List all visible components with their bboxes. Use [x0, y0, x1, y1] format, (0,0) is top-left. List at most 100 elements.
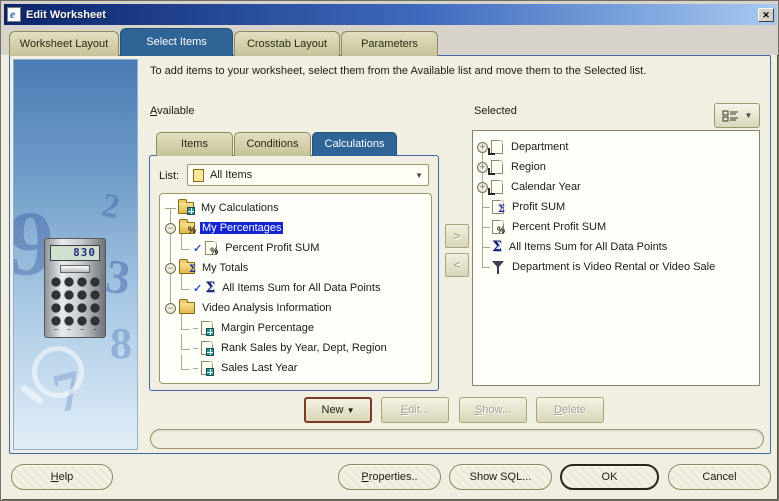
calculator-keys: [50, 276, 100, 330]
tree-connector: [165, 207, 176, 209]
tree-item-my-percentages[interactable]: My Percentages: [160, 218, 431, 238]
tree-item-percent-profit-sum[interactable]: Percent Profit SUM: [160, 234, 431, 258]
edit-worksheet-dialog: Edit Worksheet ✕ Worksheet Layout Select…: [0, 0, 779, 501]
properties-button[interactable]: Properties..: [338, 464, 441, 490]
totals-folder-icon: [179, 259, 195, 274]
selected-tree-item-label: My Percentages: [200, 222, 284, 234]
expand-toggle-icon[interactable]: [477, 161, 488, 173]
selected-list[interactable]: Department Region Calendar Year Profit S…: [472, 130, 760, 386]
calculator-display: 830: [50, 245, 100, 261]
show-button[interactable]: Show...: [459, 397, 527, 423]
tree-connector: [193, 327, 198, 329]
tab-worksheet-layout[interactable]: Worksheet Layout: [9, 31, 119, 56]
tree-connector: [482, 266, 490, 268]
tree-connector: [482, 206, 490, 208]
selected-item-profit-sum[interactable]: Profit SUM: [473, 197, 759, 217]
selected-label: Selected: [474, 105, 517, 117]
subtab-items[interactable]: Items: [156, 132, 233, 156]
checkmark-icon: [193, 242, 202, 255]
delete-button[interactable]: Delete: [536, 397, 604, 423]
calculation-page-icon: [201, 321, 214, 336]
chevron-down-icon: ▼: [415, 170, 423, 180]
selected-item-all-items-sum[interactable]: All Items Sum for All Data Points: [473, 237, 759, 257]
list-label: List:: [159, 170, 180, 182]
calculator-solar-cell: [60, 265, 90, 273]
cancel-button[interactable]: Cancel: [668, 464, 771, 490]
available-tree[interactable]: My Calculations My Percentages Percent P…: [159, 193, 432, 384]
new-button[interactable]: New ▼: [304, 397, 372, 423]
tree-item-my-calculations[interactable]: My Calculations: [160, 198, 431, 218]
calculations-folder-icon: [178, 199, 195, 215]
selected-item-department-condition[interactable]: Department is Video Rental or Video Sale: [473, 257, 759, 277]
help-button[interactable]: Help: [11, 464, 113, 490]
instruction-text: To add items to your worksheet, select t…: [150, 65, 647, 77]
collapse-toggle-icon[interactable]: [165, 222, 176, 234]
status-message-area: [150, 429, 764, 449]
list-view-icon: [722, 110, 738, 121]
tree-connector: [181, 274, 190, 290]
percent-page-icon: [492, 220, 504, 234]
available-group-box: List: All Items ▼ My Calculations My Per…: [149, 155, 439, 391]
tree-connector: [482, 246, 490, 248]
list-dropdown-value: All Items: [210, 169, 253, 181]
show-sql-button[interactable]: Show SQL...: [449, 464, 552, 490]
sigma-icon: [492, 240, 502, 254]
decorative-number: 3: [102, 249, 134, 306]
magnifier-image: [32, 346, 84, 398]
move-left-button[interactable]: <: [445, 253, 469, 277]
selected-item-region[interactable]: Region: [473, 157, 759, 177]
calculator-artwork: 9 2 3 8 7 830: [13, 59, 138, 450]
collapse-toggle-icon[interactable]: [165, 262, 176, 274]
tree-connector: [181, 354, 190, 370]
content-panel: 9 2 3 8 7 830 To add items to your works…: [9, 55, 771, 454]
tree-item-rank-sales[interactable]: Rank Sales by Year, Dept, Region: [160, 334, 431, 358]
item-page-icon: [488, 180, 503, 195]
title-bar[interactable]: Edit Worksheet ✕: [4, 4, 777, 25]
tree-item-all-items-sum[interactable]: All Items Sum for All Data Points: [160, 274, 431, 298]
tree-connector: [482, 226, 490, 228]
sigma-page-icon: [492, 200, 504, 214]
tab-select-items[interactable]: Select Items: [120, 28, 233, 56]
decorative-number: 2: [98, 186, 123, 227]
expand-toggle-icon[interactable]: [477, 141, 488, 153]
tree-item-sales-last-year[interactable]: Sales Last Year: [160, 354, 431, 378]
collapse-toggle-icon[interactable]: [165, 302, 176, 314]
ok-button[interactable]: OK: [560, 464, 659, 490]
chevron-down-icon: ▼: [744, 111, 753, 120]
expand-toggle-icon[interactable]: [477, 181, 488, 193]
decorative-number: 8: [110, 319, 132, 368]
tab-parameters[interactable]: Parameters: [341, 31, 438, 56]
selected-item-department[interactable]: Department: [473, 137, 759, 157]
filter-funnel-icon: [492, 260, 506, 274]
selected-item-calendar-year[interactable]: Calendar Year: [473, 177, 759, 197]
percent-page-icon: [205, 241, 218, 255]
tree-item-video-analysis-information[interactable]: Video Analysis Information: [160, 298, 431, 318]
selected-item-percent-profit-sum[interactable]: Percent Profit SUM: [473, 217, 759, 237]
calculation-page-icon: [201, 341, 214, 356]
tab-crosstab-layout[interactable]: Crosstab Layout: [234, 31, 340, 56]
tree-connector: [181, 234, 190, 250]
item-page-icon: [488, 160, 503, 175]
list-dropdown[interactable]: All Items ▼: [187, 164, 429, 186]
available-label: Available: [150, 105, 195, 117]
tree-item-margin-percentage[interactable]: Margin Percentage: [160, 314, 431, 338]
window-title: Edit Worksheet: [26, 8, 106, 21]
calculator-image: 830: [44, 238, 106, 338]
move-right-button[interactable]: >: [445, 224, 469, 248]
edit-button[interactable]: Edit...: [381, 397, 449, 423]
application-icon: [7, 7, 21, 22]
tree-connector: [193, 367, 198, 369]
subtab-calculations[interactable]: Calculations: [312, 132, 397, 156]
close-icon[interactable]: ✕: [758, 7, 774, 22]
tree-connector: [181, 334, 190, 350]
sigma-icon: [205, 281, 215, 295]
tree-connector: [193, 347, 198, 349]
percentages-folder-icon: [179, 219, 195, 234]
calculation-page-icon: [201, 361, 214, 376]
list-view-options-button[interactable]: ▼: [714, 103, 760, 128]
page-icon: [193, 168, 204, 182]
subtab-conditions[interactable]: Conditions: [234, 132, 311, 156]
chevron-down-icon: ▼: [346, 406, 355, 415]
folder-icon: [179, 299, 195, 314]
tree-item-my-totals[interactable]: My Totals: [160, 258, 431, 278]
